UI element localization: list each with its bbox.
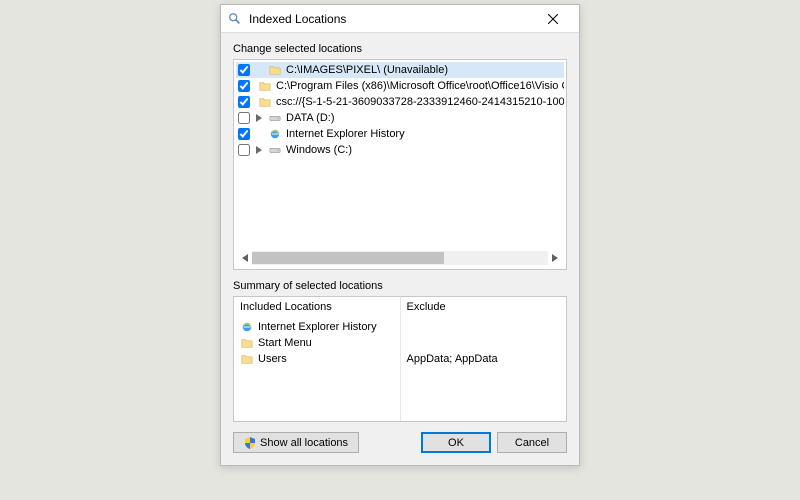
tree-item-label: C:\IMAGES\PIXEL\ (Unavailable) xyxy=(286,64,448,76)
ie-icon xyxy=(240,320,254,334)
cancel-button[interactable]: Cancel xyxy=(497,432,567,453)
uac-shield-icon xyxy=(244,437,256,449)
search-index-icon xyxy=(227,11,243,27)
included-label: Start Menu xyxy=(258,337,312,349)
folder-icon xyxy=(258,79,272,93)
location-checkbox[interactable] xyxy=(238,96,250,108)
location-checkbox[interactable] xyxy=(238,80,250,92)
included-column: Included Locations Internet Explorer His… xyxy=(234,297,401,421)
folder-icon xyxy=(240,336,254,350)
tree-item-label: C:\Program Files (x86)\Microsoft Office\… xyxy=(276,80,564,92)
locations-tree-box: C:\IMAGES\PIXEL\ (Unavailable) C:\Program… xyxy=(233,59,567,270)
scroll-left-arrow[interactable] xyxy=(238,251,252,265)
tree-item-label: csc://{S-1-5-21-3609033728-2333912460-24… xyxy=(276,96,564,108)
scroll-track[interactable] xyxy=(252,251,548,265)
tree-item-label: DATA (D:) xyxy=(286,112,334,124)
tree-item[interactable]: C:\Program Files (x86)\Microsoft Office\… xyxy=(236,78,564,94)
summary-box: Included Locations Internet Explorer His… xyxy=(233,296,567,422)
folder-icon xyxy=(240,352,254,366)
dialog-body: Change selected locations C:\IMAGES\PIXE… xyxy=(221,33,579,465)
show-all-locations-button[interactable]: Show all locations xyxy=(233,432,359,453)
indexed-locations-dialog: Indexed Locations Change selected locati… xyxy=(220,4,580,466)
window-title: Indexed Locations xyxy=(249,12,533,26)
location-checkbox[interactable] xyxy=(238,128,250,140)
location-checkbox[interactable] xyxy=(238,64,250,76)
tree-item-label: Internet Explorer History xyxy=(286,128,405,140)
included-row[interactable]: Internet Explorer History xyxy=(240,319,394,335)
included-header: Included Locations xyxy=(240,301,394,313)
included-row[interactable]: Users xyxy=(240,351,394,367)
horizontal-scrollbar[interactable] xyxy=(238,251,562,265)
show-all-label: Show all locations xyxy=(260,437,348,449)
location-checkbox[interactable] xyxy=(238,144,250,156)
included-label: Internet Explorer History xyxy=(258,321,377,333)
drive-icon xyxy=(268,143,282,157)
close-button[interactable] xyxy=(533,5,573,33)
included-label: Users xyxy=(258,353,287,365)
exclude-row: AppData; AppData xyxy=(407,351,561,367)
exclude-header: Exclude xyxy=(407,301,561,313)
expand-arrow[interactable] xyxy=(254,114,264,122)
ie-icon xyxy=(268,127,282,141)
included-row[interactable]: Start Menu xyxy=(240,335,394,351)
ok-button[interactable]: OK xyxy=(421,432,491,453)
tree-item[interactable]: DATA (D:) xyxy=(236,110,564,126)
titlebar[interactable]: Indexed Locations xyxy=(221,5,579,33)
tree-item[interactable]: C:\IMAGES\PIXEL\ (Unavailable) xyxy=(236,62,564,78)
scroll-thumb[interactable] xyxy=(252,252,444,264)
exclude-row xyxy=(407,319,561,335)
dialog-footer: Show all locations OK Cancel xyxy=(233,432,567,453)
tree-item[interactable]: Internet Explorer History xyxy=(236,126,564,142)
summary-label: Summary of selected locations xyxy=(233,280,567,292)
exclude-column: Exclude AppData; AppData xyxy=(401,297,567,421)
exclude-label: AppData; AppData xyxy=(407,353,498,365)
tree-item-label: Windows (C:) xyxy=(286,144,352,156)
folder-icon xyxy=(258,95,272,109)
expand-arrow[interactable] xyxy=(254,146,264,154)
tree-item[interactable]: csc://{S-1-5-21-3609033728-2333912460-24… xyxy=(236,94,564,110)
change-locations-label: Change selected locations xyxy=(233,43,567,55)
tree-item[interactable]: Windows (C:) xyxy=(236,142,564,158)
exclude-row xyxy=(407,335,561,351)
location-checkbox[interactable] xyxy=(238,112,250,124)
locations-tree[interactable]: C:\IMAGES\PIXEL\ (Unavailable) C:\Program… xyxy=(236,62,564,267)
drive-icon xyxy=(268,111,282,125)
scroll-right-arrow[interactable] xyxy=(548,251,562,265)
folder-icon xyxy=(268,63,282,77)
